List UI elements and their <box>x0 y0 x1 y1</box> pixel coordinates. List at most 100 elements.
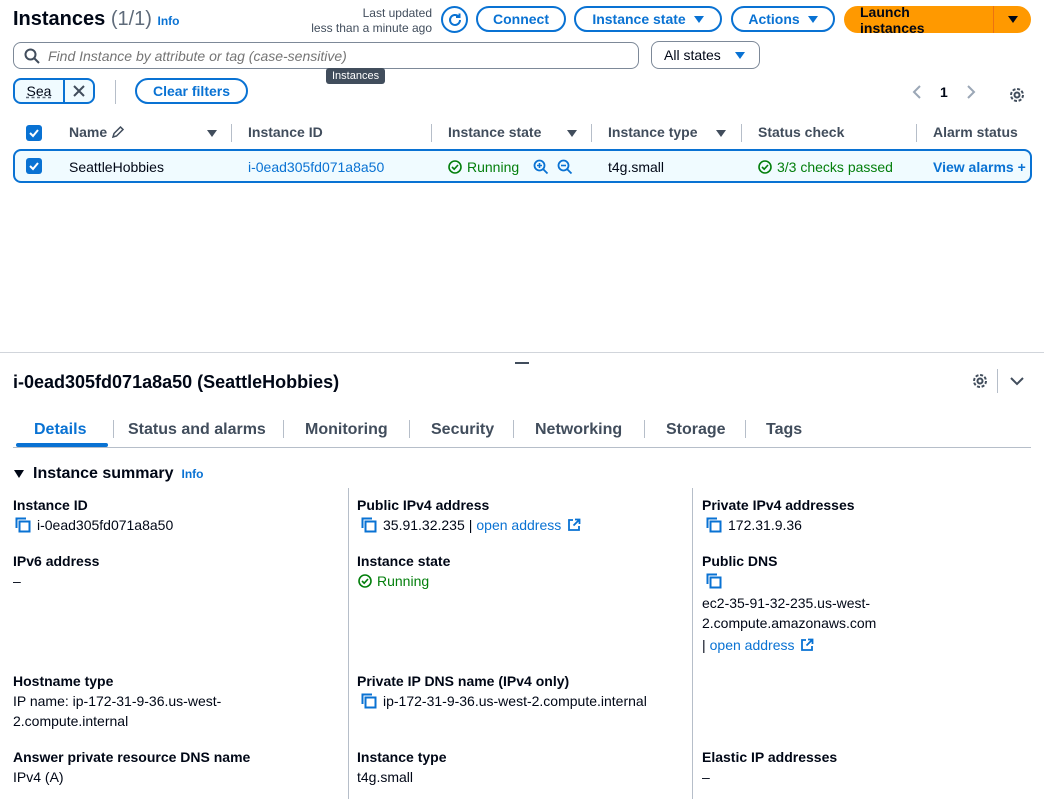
instance-state-button[interactable]: Instance state <box>574 6 722 32</box>
tab-security[interactable]: Security <box>431 421 494 439</box>
column-header-status-check[interactable]: Status check <box>758 124 844 140</box>
resize-handle[interactable] <box>515 362 529 364</box>
zoom-in-icon[interactable] <box>533 159 549 175</box>
tab-tags[interactable]: Tags <box>766 421 802 439</box>
tab-networking[interactable]: Networking <box>535 421 622 439</box>
answer-dns-label: Answer private resource DNS name <box>13 749 251 765</box>
elastic-ip-value: – <box>702 769 710 785</box>
details-tabs: Details Status and alarms Monitoring Sec… <box>13 418 1031 448</box>
open-address-link[interactable]: open address <box>710 635 795 655</box>
caret-down-icon <box>14 470 24 478</box>
gear-icon[interactable] <box>1008 86 1026 104</box>
answer-dns-value: IPv4 (A) <box>13 769 64 785</box>
column-header-instance-type[interactable]: Instance type <box>608 124 697 140</box>
edit-icon <box>111 125 125 139</box>
launch-instances-main[interactable]: Launch instances <box>844 6 994 33</box>
clear-filters-button[interactable]: Clear filters <box>135 78 248 104</box>
details-title: i-0ead305fd071a8a50 (SeattleHobbies) <box>13 372 340 392</box>
last-updated: Last updated less than a minute ago <box>311 6 432 35</box>
column-header-instance-id[interactable]: Instance ID <box>248 124 323 140</box>
chevron-down-icon[interactable] <box>1010 376 1024 386</box>
external-link-icon[interactable] <box>800 638 814 652</box>
launch-dropdown-button[interactable] <box>994 6 1031 33</box>
chevron-right-icon[interactable] <box>966 84 976 100</box>
remove-filter-button[interactable] <box>65 80 93 102</box>
plus-icon: + <box>1017 159 1026 175</box>
public-ipv4-label: Public IPv4 address <box>357 497 490 513</box>
divider <box>115 80 116 104</box>
column-header-instance-state[interactable]: Instance state <box>448 124 541 140</box>
column-divider <box>348 488 349 799</box>
row-instance-id-link[interactable]: i-0ead305fd071a8a50 <box>248 159 384 175</box>
check-icon <box>29 129 39 138</box>
instance-id-label: Instance ID <box>13 497 88 513</box>
info-link[interactable]: Info <box>182 467 204 481</box>
open-address-link[interactable]: open address <box>476 515 561 535</box>
check-circle-icon <box>358 574 372 588</box>
view-alarms-link[interactable]: View alarms + <box>933 159 1026 175</box>
public-ipv4-value: 35.91.32.235 | open address <box>361 515 581 535</box>
tab-divider <box>745 420 746 438</box>
column-divider <box>231 124 232 142</box>
gear-icon[interactable] <box>971 372 989 390</box>
search-input[interactable] <box>48 47 628 64</box>
filter-token-label[interactable]: Sea <box>15 80 65 102</box>
divider <box>997 369 998 393</box>
refresh-icon <box>448 13 461 26</box>
copy-icon[interactable] <box>361 517 377 533</box>
table-row[interactable]: SeattleHobbies i-0ead305fd071a8a50 Runni… <box>13 149 1032 183</box>
tab-divider <box>644 420 645 438</box>
info-link[interactable]: Info <box>158 14 180 28</box>
ipv6-value: – <box>13 573 21 589</box>
split-panel-divider <box>0 352 1044 353</box>
close-icon <box>73 85 85 97</box>
sort-caret-icon[interactable] <box>716 130 726 137</box>
tab-monitoring[interactable]: Monitoring <box>305 421 388 439</box>
page-number[interactable]: 1 <box>940 84 948 100</box>
hostname-type-label: Hostname type <box>13 673 114 689</box>
instance-state-label: Instance state <box>357 553 451 569</box>
copy-icon[interactable] <box>706 573 722 589</box>
row-instance-state: Running <box>448 159 519 175</box>
state-filter-select[interactable]: All states <box>651 41 760 69</box>
instance-id-value: i-0ead305fd071a8a50 <box>15 515 173 535</box>
copy-icon[interactable] <box>706 517 722 533</box>
caret-down-icon <box>735 51 745 59</box>
tab-status-and-alarms[interactable]: Status and alarms <box>128 421 266 439</box>
table-header: Name Instance ID Instance state Instance… <box>13 120 1033 146</box>
caret-down-icon <box>693 15 704 23</box>
tab-details[interactable]: Details <box>34 421 86 439</box>
copy-icon[interactable] <box>15 517 31 533</box>
sort-caret-icon[interactable] <box>567 130 577 137</box>
select-all-checkbox[interactable] <box>26 125 42 141</box>
launch-instances-button[interactable]: Launch instances <box>844 6 1031 33</box>
connect-button[interactable]: Connect <box>476 6 566 32</box>
external-link-icon[interactable] <box>567 518 581 532</box>
column-divider <box>741 124 742 142</box>
pagination: 1 <box>912 84 976 100</box>
caret-down-icon <box>807 15 818 23</box>
tab-storage[interactable]: Storage <box>666 421 726 439</box>
tab-divider <box>283 420 284 438</box>
row-checkbox[interactable] <box>26 158 42 174</box>
instance-summary-toggle[interactable]: Instance summary Info <box>13 465 204 483</box>
check-icon <box>29 162 39 171</box>
check-circle-icon <box>758 160 772 174</box>
public-dns-value: ec2-35-91-32-235.us-west- 2.compute.amaz… <box>702 595 877 655</box>
column-header-alarm-status[interactable]: Alarm status <box>933 124 1018 140</box>
copy-icon[interactable] <box>361 693 377 709</box>
refresh-button[interactable] <box>441 6 468 33</box>
page-title: Instances (1/1) Info <box>13 8 180 30</box>
active-tab-indicator <box>16 443 108 447</box>
actions-button[interactable]: Actions <box>731 6 835 32</box>
zoom-out-icon[interactable] <box>557 159 573 175</box>
column-header-name[interactable]: Name <box>69 124 125 140</box>
column-divider <box>916 124 917 142</box>
private-ipv4-label: Private IPv4 addresses <box>702 497 855 513</box>
sort-caret-icon[interactable] <box>207 130 217 137</box>
chevron-left-icon[interactable] <box>912 84 922 100</box>
tab-divider <box>113 420 114 438</box>
instance-type-value: t4g.small <box>357 769 414 785</box>
column-divider <box>431 124 432 142</box>
filter-token: Sea <box>13 78 95 104</box>
